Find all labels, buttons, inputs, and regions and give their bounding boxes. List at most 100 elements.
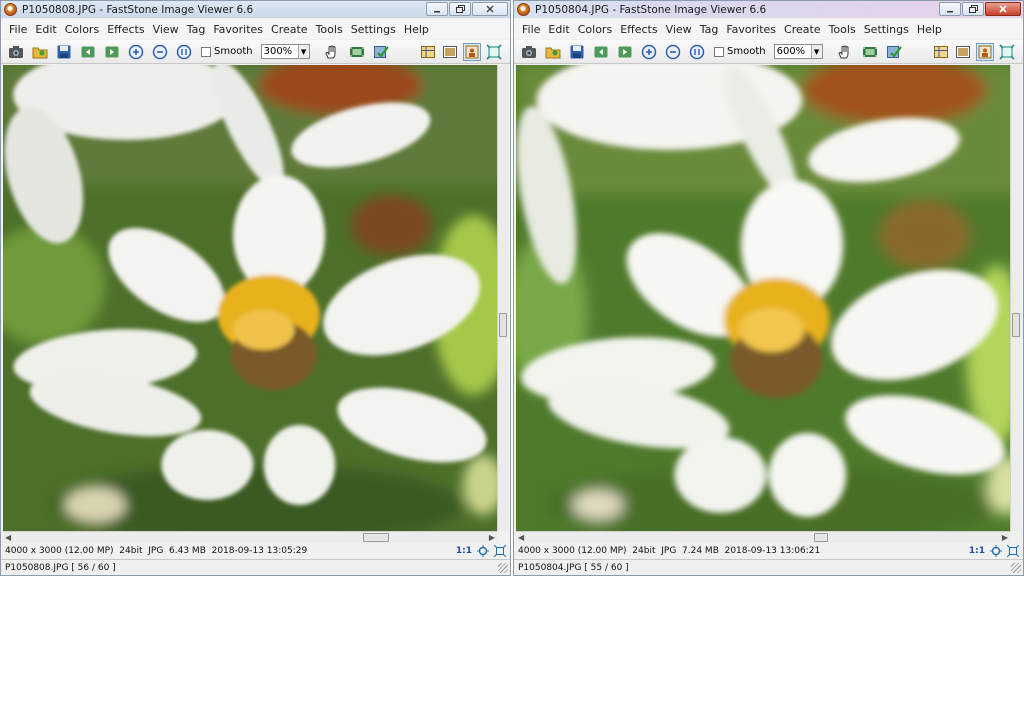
open-button[interactable] (544, 43, 562, 61)
fit-window-icon[interactable] (1007, 545, 1019, 557)
menu-effects[interactable]: Effects (103, 23, 148, 36)
zoom-in-button[interactable] (640, 43, 658, 61)
filmstrip-button[interactable] (348, 43, 366, 61)
menu-file[interactable]: File (518, 23, 544, 36)
menu-tools[interactable]: Tools (825, 23, 860, 36)
crosshair-icon[interactable] (477, 545, 489, 557)
resize-grip-icon[interactable] (1011, 563, 1021, 573)
toolbar: Smooth 300% ▼ (1, 40, 510, 64)
scroll-thumb[interactable] (814, 533, 828, 542)
maximize-button[interactable] (962, 2, 984, 16)
menu-tag[interactable]: Tag (696, 23, 723, 36)
fullscreen-icon (978, 45, 992, 58)
zoom-select[interactable]: 300% ▼ (260, 44, 310, 59)
smooth-checkbox[interactable] (201, 46, 211, 57)
close-button[interactable] (472, 2, 508, 16)
menu-help[interactable]: Help (913, 23, 946, 36)
app-icon[interactable] (517, 3, 530, 16)
hand-tool-button[interactable] (833, 43, 855, 61)
menu-create[interactable]: Create (267, 23, 312, 36)
zoom-in-button[interactable] (127, 43, 145, 61)
menu-settings[interactable]: Settings (347, 23, 400, 36)
crosshair-icon[interactable] (990, 545, 1002, 557)
smooth-toggle[interactable]: Smooth (714, 46, 766, 57)
menu-edit[interactable]: Edit (544, 23, 573, 36)
vertical-scrollbar[interactable] (497, 65, 508, 531)
actual-size-button[interactable] (175, 43, 193, 61)
scroll-left-arrow-icon[interactable]: ◀ (518, 533, 524, 542)
filmstrip-button[interactable] (861, 43, 879, 61)
fullscreen-button[interactable] (463, 42, 481, 61)
menu-favorites[interactable]: Favorites (209, 23, 267, 36)
acquire-button[interactable] (520, 43, 538, 61)
close-button[interactable] (985, 2, 1021, 16)
scroll-thumb[interactable] (499, 313, 507, 337)
zoom-select[interactable]: 600% ▼ (773, 44, 823, 59)
save-button[interactable] (568, 43, 586, 61)
menu-favorites[interactable]: Favorites (722, 23, 780, 36)
scroll-thumb[interactable] (1012, 313, 1020, 337)
image-viewport[interactable] (3, 65, 508, 531)
menu-help[interactable]: Help (400, 23, 433, 36)
menu-view[interactable]: View (662, 23, 696, 36)
menu-settings[interactable]: Settings (860, 23, 913, 36)
resize-grip-icon[interactable] (498, 563, 508, 573)
chevron-down-icon[interactable]: ▼ (810, 45, 822, 58)
previous-button[interactable] (592, 43, 610, 61)
layout-button[interactable] (932, 43, 950, 61)
menu-effects[interactable]: Effects (616, 23, 661, 36)
image-viewport[interactable] (516, 65, 1021, 531)
compare-button[interactable] (954, 43, 972, 61)
acquire-button[interactable] (7, 43, 25, 61)
fit-button[interactable] (485, 43, 503, 61)
app-icon[interactable] (4, 3, 17, 16)
scroll-right-arrow-icon[interactable]: ▶ (1002, 533, 1008, 542)
scroll-right-arrow-icon[interactable]: ▶ (489, 533, 495, 542)
fullscreen-button[interactable] (976, 42, 994, 61)
fit-button[interactable] (998, 43, 1016, 61)
fit-window-icon[interactable] (494, 545, 506, 557)
image-viewer-window-left[interactable]: P1050808.JPG - FastStone Image Viewer 6.… (0, 0, 511, 576)
horizontal-scrollbar[interactable]: ◀ ▶ (516, 531, 1010, 543)
toolbar: Smooth 600% ▼ (514, 40, 1023, 64)
chevron-down-icon[interactable]: ▼ (297, 45, 309, 58)
title-bar[interactable]: P1050804.JPG - FastStone Image Viewer 6.… (514, 1, 1023, 18)
scroll-thumb[interactable] (363, 533, 389, 542)
smooth-toggle[interactable]: Smooth (201, 46, 253, 57)
maximize-button[interactable] (449, 2, 471, 16)
actual-size-icon (689, 44, 705, 59)
menu-file[interactable]: File (5, 23, 31, 36)
scroll-left-arrow-icon[interactable]: ◀ (5, 533, 11, 542)
menu-tag[interactable]: Tag (183, 23, 210, 36)
menu-colors[interactable]: Colors (574, 23, 616, 36)
title-bar[interactable]: P1050808.JPG - FastStone Image Viewer 6.… (1, 1, 510, 18)
menu-edit[interactable]: Edit (31, 23, 60, 36)
open-button[interactable] (31, 43, 49, 61)
window-title: P1050804.JPG - FastStone Image Viewer 6.… (535, 3, 767, 16)
horizontal-scrollbar[interactable]: ◀ ▶ (3, 531, 497, 543)
vertical-scrollbar[interactable] (1010, 65, 1021, 531)
minimize-button[interactable] (426, 2, 448, 16)
menu-bar: File Edit Colors Effects View Tag Favori… (1, 19, 510, 39)
tag-check-button[interactable] (372, 43, 390, 61)
next-button[interactable] (616, 43, 634, 61)
minimize-button[interactable] (939, 2, 961, 16)
save-button[interactable] (55, 43, 73, 61)
menu-colors[interactable]: Colors (61, 23, 103, 36)
layout-button[interactable] (419, 43, 437, 61)
smooth-checkbox[interactable] (714, 46, 724, 57)
next-button[interactable] (103, 43, 121, 61)
zoom-out-button[interactable] (151, 43, 169, 61)
image-viewer-window-right[interactable]: P1050804.JPG - FastStone Image Viewer 6.… (513, 0, 1024, 576)
tag-check-button[interactable] (885, 43, 903, 61)
menu-tools[interactable]: Tools (312, 23, 347, 36)
zoom-out-button[interactable] (664, 43, 682, 61)
actual-size-button[interactable] (688, 43, 706, 61)
previous-button[interactable] (79, 43, 97, 61)
hand-tool-button[interactable] (320, 43, 342, 61)
menu-create[interactable]: Create (780, 23, 825, 36)
compare-button[interactable] (441, 43, 459, 61)
actual-size-ratio-button[interactable]: 1:1 (969, 546, 985, 556)
menu-view[interactable]: View (149, 23, 183, 36)
actual-size-ratio-button[interactable]: 1:1 (456, 546, 472, 556)
